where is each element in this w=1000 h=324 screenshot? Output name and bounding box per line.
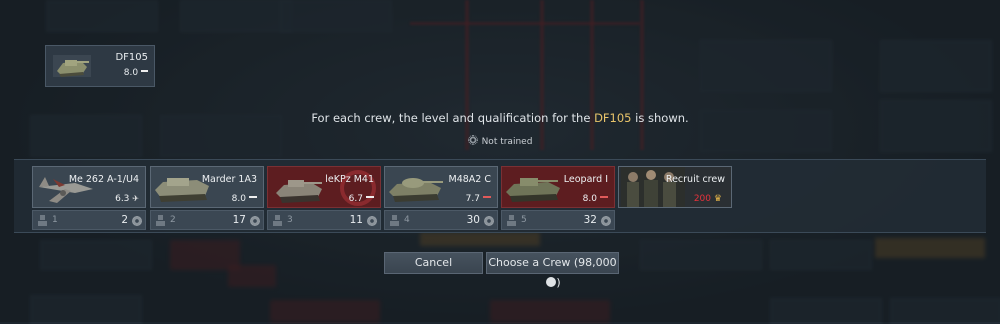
crew-info: 2 17 <box>150 210 264 230</box>
crew-info: 1 2 <box>32 210 146 230</box>
crew-icon <box>156 215 165 226</box>
crew-icon <box>507 215 516 226</box>
recruit-price: 200 <box>693 194 711 204</box>
vehicle-br: 8.0 <box>124 68 148 78</box>
crew-info: 4 30 <box>384 210 498 230</box>
crew-icon <box>273 215 282 226</box>
crew-slot[interactable]: leKPz M41 6.7 3 11 <box>267 166 381 230</box>
crew-icon <box>38 215 47 226</box>
choose-crew-button[interactable]: Choose a Crew (98,000) <box>486 252 619 289</box>
qualification-icon <box>367 216 377 226</box>
qualification-icon <box>467 135 478 145</box>
qualification-icon <box>484 216 494 226</box>
crew-info: 3 11 <box>267 210 381 230</box>
crew-slot[interactable]: Leopard I 8.0 5 32 <box>501 166 615 230</box>
qualification-icon <box>601 216 611 226</box>
qualification-icon <box>250 216 260 226</box>
crew-vehicle-card[interactable]: Me 262 A-1/U4 6.3 ✈ <box>32 166 146 208</box>
recruit-crew-slot[interactable]: Recruit crew 200 ♛ <box>618 166 732 230</box>
tank-icon <box>506 178 560 202</box>
tank-icon <box>53 55 91 77</box>
crew-vehicle-card[interactable]: Marder 1A3 8.0 <box>150 166 264 208</box>
qualification-icon <box>132 216 142 226</box>
cancel-button[interactable]: Cancel <box>384 252 483 274</box>
selected-vehicle-card: DF105 8.0 <box>45 45 155 87</box>
vehicle-name: DF105 <box>115 52 148 63</box>
crew-vehicle-card[interactable]: Leopard I 8.0 <box>501 166 615 208</box>
crew-slot[interactable]: M48A2 C 7.7 4 30 <box>384 166 498 230</box>
tank-icon <box>389 178 443 202</box>
crew-vehicle-card[interactable]: M48A2 C 7.7 <box>384 166 498 208</box>
crew-info: 5 32 <box>501 210 615 230</box>
recruit-crew-button[interactable]: Recruit crew 200 ♛ <box>618 166 732 208</box>
crew-slot[interactable]: Me 262 A-1/U4 6.3 ✈ 1 2 <box>32 166 146 230</box>
crew-icon <box>390 215 399 226</box>
crew-slot[interactable]: Marder 1A3 8.0 2 17 <box>150 166 264 230</box>
eagle-icon: ♛ <box>713 194 722 204</box>
crew-vehicle-card[interactable]: leKPz M41 6.7 <box>267 166 381 208</box>
highlighted-vehicle: DF105 <box>594 111 632 125</box>
training-status: Not trained <box>0 135 1000 147</box>
info-message: For each crew, the level and qualificati… <box>311 111 689 125</box>
silver-lions-icon <box>546 277 557 287</box>
tank-icon <box>276 180 322 203</box>
